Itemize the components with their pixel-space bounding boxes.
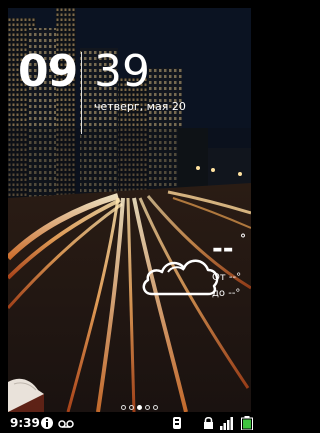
page-indicator-dot — [121, 405, 126, 410]
status-time: 9:39 — [10, 416, 40, 430]
info-icon — [41, 417, 53, 429]
usb-debug-icon — [173, 417, 181, 429]
status-bar[interactable]: 9:39 — [0, 414, 259, 433]
battery-icon — [241, 416, 253, 430]
page-indicator-dot — [137, 405, 142, 410]
voicemail-icon — [58, 420, 74, 428]
clock-divider — [81, 52, 82, 134]
phone-screen: 09 39 четверг, мая 20 -- ° От --° до --°… — [0, 0, 259, 433]
page-indicator-dot — [153, 405, 158, 410]
weather-high-temp: до --° — [212, 288, 241, 299]
weather-degree-symbol: ° — [240, 232, 246, 246]
page-indicator-dot — [129, 405, 134, 410]
weather-low-temp: От --° — [212, 272, 242, 283]
signal-icon — [220, 417, 233, 430]
clock-minute[interactable]: 39 — [94, 50, 150, 94]
weather-temperature[interactable]: -- — [212, 236, 234, 262]
page-curl-icon[interactable] — [8, 372, 44, 412]
cloud-icon[interactable] — [138, 246, 220, 298]
lock-icon — [204, 416, 213, 429]
clock-date[interactable]: четверг, мая 20 — [94, 100, 186, 113]
page-indicator-dot — [145, 405, 150, 410]
clock-hour[interactable]: 09 — [18, 50, 78, 94]
home-page-indicator — [121, 405, 158, 411]
